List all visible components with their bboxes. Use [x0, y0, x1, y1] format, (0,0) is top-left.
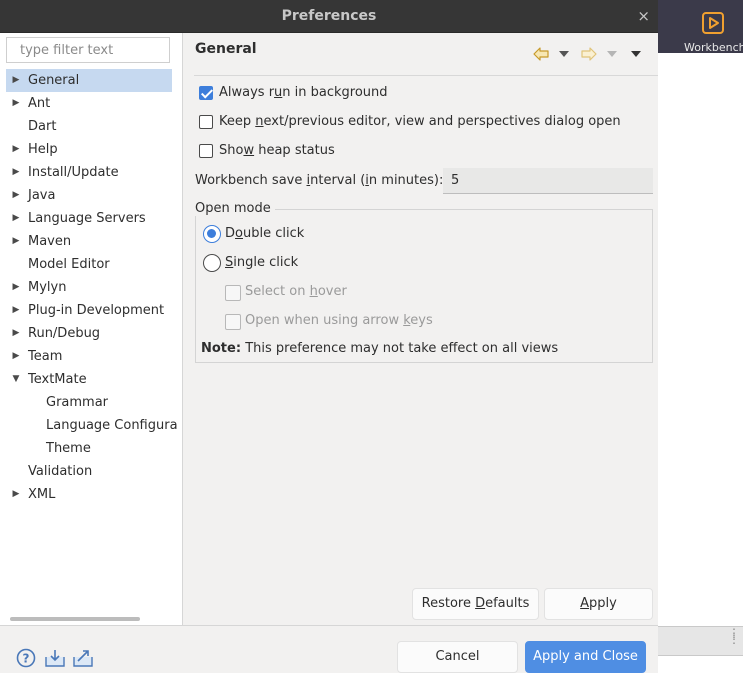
save-interval-label: Workbench save interval (in minutes): [195, 173, 444, 188]
header-divider [194, 75, 658, 76]
select-on-hover-label[interactable]: Select on hover [245, 284, 347, 299]
tree-item-label: TextMate [28, 372, 87, 387]
tree-item[interactable]: ▶ Team [0, 345, 182, 368]
tree-item[interactable]: ▼ TextMate [0, 368, 182, 391]
collapsed-arrow-icon[interactable]: ▶ [10, 322, 22, 345]
svg-text:?: ? [23, 652, 30, 666]
tree-item-label: Java [28, 188, 56, 203]
close-icon[interactable]: × [637, 0, 650, 32]
collapsed-arrow-icon[interactable]: ▶ [10, 345, 22, 368]
open-mode-note: Note: This preference may not take effec… [201, 341, 558, 356]
show-heap-status-checkbox[interactable] [199, 144, 213, 158]
open-arrow-keys-label[interactable]: Open when using arrow keys [245, 313, 433, 328]
tree-item[interactable]: ▶ XML [0, 483, 182, 506]
collapsed-arrow-icon[interactable]: ▶ [10, 276, 22, 299]
keep-next-previous-label[interactable]: Keep next/previous editor, view and pers… [219, 114, 621, 129]
note-text: This preference may not take effect on a… [245, 341, 559, 356]
tree-item[interactable]: Validation [0, 460, 182, 483]
tree-item-label: Ant [28, 96, 51, 111]
collapsed-arrow-icon[interactable]: ▶ [10, 92, 22, 115]
single-click-radio[interactable] [203, 254, 221, 272]
open-arrow-keys-checkbox[interactable] [225, 314, 241, 330]
apply-and-close-button[interactable]: Apply and Close [525, 641, 646, 673]
tree-item-label: Dart [28, 119, 57, 134]
open-mode-label: Open mode [195, 201, 275, 216]
page-title: General [195, 41, 257, 57]
tree-horizontal-scrollbar[interactable] [10, 617, 140, 621]
drag-handle-icon: ⋮ ⋮ [728, 626, 740, 646]
save-interval-input[interactable] [443, 168, 653, 194]
always-run-background-checkbox[interactable] [199, 86, 213, 100]
tree-item-label: Language Configura [46, 418, 178, 433]
tree-item-label: Grammar [46, 395, 109, 410]
collapsed-arrow-icon[interactable]: ▶ [10, 483, 22, 506]
tree-item[interactable]: Grammar [0, 391, 182, 414]
tree-item[interactable]: ▶ Plug-in Development [0, 299, 182, 322]
tree-item[interactable]: Dart [0, 115, 182, 138]
collapsed-arrow-icon[interactable]: ▶ [10, 69, 22, 92]
export-icon[interactable] [72, 648, 94, 668]
tree-item[interactable]: ▶ Java [0, 184, 182, 207]
tree-item-label: Plug-in Development [28, 303, 165, 318]
keep-next-previous-checkbox[interactable] [199, 115, 213, 129]
note-label: Note: [201, 341, 242, 356]
dialog-title: Preferences [281, 8, 377, 24]
tree-item-label: Mylyn [28, 280, 67, 295]
play-icon[interactable] [702, 12, 724, 34]
collapsed-arrow-icon[interactable]: ▶ [10, 207, 22, 230]
tree-item-label: Theme [46, 441, 91, 456]
forward-icon[interactable] [581, 47, 597, 61]
single-click-label[interactable]: Single click [225, 255, 298, 270]
cancel-button[interactable]: Cancel [397, 641, 518, 673]
workbench-label[interactable]: Workbench [684, 41, 743, 54]
preferences-dialog: Preferences × ▶ General ▶ Ant Dart ▶ Help ▶ Inst… [0, 0, 658, 673]
preference-tree-panel: ▶ General ▶ Ant Dart ▶ Help ▶ Install/Update ▶ Jav… [0, 33, 183, 625]
collapsed-arrow-icon[interactable]: ▶ [10, 299, 22, 322]
restore-defaults-button[interactable]: Restore Defaults [412, 588, 539, 620]
title-bar: Preferences × [0, 0, 658, 33]
tree-item-label: General [28, 73, 80, 88]
tree-item[interactable]: Model Editor [0, 253, 182, 276]
tree-item-label: Help [28, 142, 58, 157]
tree-item-label: Run/Debug [28, 326, 101, 341]
view-menu-icon[interactable] [631, 51, 641, 57]
tree-item[interactable]: ▶ General [6, 69, 172, 92]
tree-item[interactable]: ▶ Mylyn [0, 276, 182, 299]
filter-input[interactable] [6, 37, 170, 63]
double-click-radio[interactable] [203, 225, 221, 243]
collapsed-arrow-icon[interactable]: ▶ [10, 138, 22, 161]
tree-item[interactable]: ▶ Run/Debug [0, 322, 182, 345]
tree-item[interactable]: ▶ Help [0, 138, 182, 161]
tree-item-label: Language Servers [28, 211, 146, 226]
select-on-hover-checkbox[interactable] [225, 285, 241, 301]
import-icon[interactable] [44, 648, 66, 668]
back-menu-icon[interactable] [559, 51, 569, 57]
apply-button[interactable]: Apply [544, 588, 653, 620]
collapsed-arrow-icon[interactable]: ▶ [10, 184, 22, 207]
tree-item-label: XML [28, 487, 56, 502]
tree-item-label: Install/Update [28, 165, 119, 180]
expanded-arrow-icon[interactable]: ▼ [10, 368, 22, 391]
tree-item[interactable]: ▶ Language Servers [0, 207, 182, 230]
help-icon[interactable]: ? [15, 648, 37, 668]
tree-item[interactable]: ▶ Maven [0, 230, 182, 253]
tree-item[interactable]: Language Configura [0, 414, 182, 437]
preference-page: General Always run in background Keep ne… [183, 33, 658, 625]
collapsed-arrow-icon[interactable]: ▶ [10, 161, 22, 184]
tree-item[interactable]: ▶ Ant [0, 92, 182, 115]
forward-menu-icon[interactable] [607, 51, 617, 57]
double-click-label[interactable]: Double click [225, 226, 304, 241]
tree-item-label: Model Editor [28, 257, 110, 272]
tree-item-label: Team [28, 349, 63, 364]
show-heap-status-label[interactable]: Show heap status [219, 143, 335, 158]
tree-item[interactable]: ▶ Install/Update [0, 161, 182, 184]
collapsed-arrow-icon[interactable]: ▶ [10, 230, 22, 253]
back-icon[interactable] [533, 47, 549, 61]
tree-item-label: Validation [28, 464, 93, 479]
always-run-background-label[interactable]: Always run in background [219, 85, 388, 100]
tree-item[interactable]: Theme [0, 437, 182, 460]
tree-item-label: Maven [28, 234, 72, 249]
